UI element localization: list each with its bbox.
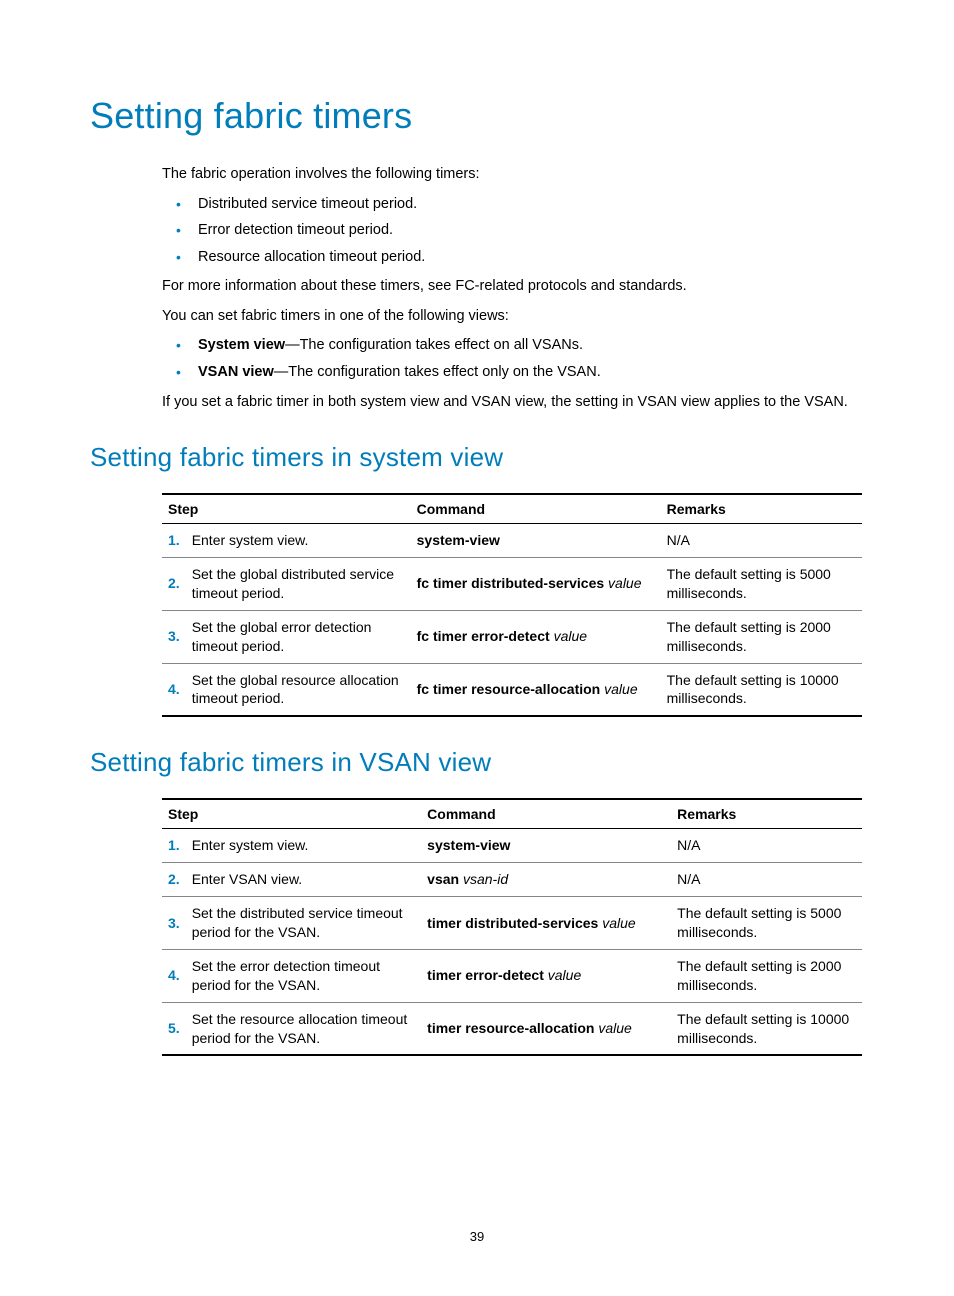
list-item: System view—The configuration takes effe… xyxy=(162,336,864,356)
col-header-remarks: Remarks xyxy=(661,494,862,524)
step-number: 5. xyxy=(162,1002,186,1055)
step-desc: Set the global error detection timeout p… xyxy=(186,610,411,663)
table-row: 1. Enter system view. system-view N/A xyxy=(162,524,862,558)
command-cell: fc timer distributed-services value xyxy=(411,557,661,610)
remarks-cell: The default setting is 5000 milliseconds… xyxy=(661,557,862,610)
table-row: 4. Set the error detection timeout perio… xyxy=(162,949,862,1002)
table-row: 1. Enter system view. system-view N/A xyxy=(162,829,862,863)
command-bold: fc timer distributed-services xyxy=(417,575,605,591)
col-header-step: Step xyxy=(162,799,421,829)
col-header-command: Command xyxy=(411,494,661,524)
command-cell: timer distributed-services value xyxy=(421,897,671,950)
table-header-row: Step Command Remarks xyxy=(162,494,862,524)
command-arg: value xyxy=(554,628,587,644)
section-heading-system-view: Setting fabric timers in system view xyxy=(90,442,864,473)
view-desc: —The configuration takes effect only on … xyxy=(274,364,601,380)
remarks-cell: N/A xyxy=(671,829,862,863)
step-desc: Set the global resource allocation timeo… xyxy=(186,663,411,716)
command-arg: value xyxy=(548,967,581,983)
list-item: VSAN view—The configuration takes effect… xyxy=(162,363,864,383)
command-cell: timer error-detect value xyxy=(421,949,671,1002)
table-row: 2. Set the global distributed service ti… xyxy=(162,557,862,610)
list-item: Distributed service timeout period. xyxy=(162,195,864,215)
command-cell: vsan vsan-id xyxy=(421,863,671,897)
intro-block: The fabric operation involves the follow… xyxy=(162,165,864,412)
command-cell: fc timer resource-allocation value xyxy=(411,663,661,716)
system-view-table: Step Command Remarks 1. Enter system vie… xyxy=(162,493,862,717)
step-desc: Enter VSAN view. xyxy=(186,863,421,897)
document-page: Setting fabric timers The fabric operati… xyxy=(0,0,954,1296)
table-header-row: Step Command Remarks xyxy=(162,799,862,829)
remarks-cell: The default setting is 2000 milliseconds… xyxy=(661,610,862,663)
remarks-cell: The default setting is 2000 milliseconds… xyxy=(671,949,862,1002)
table-row: 4. Set the global resource allocation ti… xyxy=(162,663,862,716)
step-desc: Set the distributed service timeout peri… xyxy=(186,897,421,950)
col-header-step: Step xyxy=(162,494,411,524)
command-arg: vsan-id xyxy=(463,871,508,887)
command-cell: fc timer error-detect value xyxy=(411,610,661,663)
remarks-cell: The default setting is 5000 milliseconds… xyxy=(671,897,862,950)
list-item: Error detection timeout period. xyxy=(162,221,864,241)
views-list: System view—The configuration takes effe… xyxy=(162,336,864,382)
view-name: System view xyxy=(198,337,285,353)
view-name: VSAN view xyxy=(198,364,274,380)
remarks-cell: The default setting is 10000 millisecond… xyxy=(661,663,862,716)
command-arg: value xyxy=(602,915,635,931)
list-item: Resource allocation timeout period. xyxy=(162,248,864,268)
step-number: 2. xyxy=(162,863,186,897)
command-bold: system-view xyxy=(427,837,510,853)
step-desc: Enter system view. xyxy=(186,524,411,558)
remarks-cell: The default setting is 10000 millisecond… xyxy=(671,1002,862,1055)
command-cell: system-view xyxy=(421,829,671,863)
both-views-note: If you set a fabric timer in both system… xyxy=(162,393,864,413)
remarks-cell: N/A xyxy=(661,524,862,558)
table-row: 2. Enter VSAN view. vsan vsan-id N/A xyxy=(162,863,862,897)
command-arg: value xyxy=(598,1020,631,1036)
step-desc: Set the resource allocation timeout peri… xyxy=(186,1002,421,1055)
timer-list: Distributed service timeout period. Erro… xyxy=(162,195,864,268)
step-number: 1. xyxy=(162,829,186,863)
step-desc: Set the global distributed service timeo… xyxy=(186,557,411,610)
step-number: 2. xyxy=(162,557,186,610)
view-desc: —The configuration takes effect on all V… xyxy=(285,337,583,353)
command-bold: timer error-detect xyxy=(427,967,544,983)
remarks-cell: N/A xyxy=(671,863,862,897)
section-heading-vsan-view: Setting fabric timers in VSAN view xyxy=(90,747,864,778)
page-title: Setting fabric timers xyxy=(90,95,864,137)
command-bold: fc timer resource-allocation xyxy=(417,681,601,697)
table-row: 5. Set the resource allocation timeout p… xyxy=(162,1002,862,1055)
table-row: 3. Set the distributed service timeout p… xyxy=(162,897,862,950)
step-number: 1. xyxy=(162,524,186,558)
col-header-command: Command xyxy=(421,799,671,829)
table-row: 3. Set the global error detection timeou… xyxy=(162,610,862,663)
command-arg: value xyxy=(604,681,637,697)
command-bold: vsan xyxy=(427,871,459,887)
step-number: 4. xyxy=(162,949,186,1002)
command-arg: value xyxy=(608,575,641,591)
step-number: 3. xyxy=(162,897,186,950)
command-cell: system-view xyxy=(411,524,661,558)
step-number: 4. xyxy=(162,663,186,716)
intro-lead: The fabric operation involves the follow… xyxy=(162,165,864,185)
views-lead: You can set fabric timers in one of the … xyxy=(162,307,864,327)
step-desc: Set the error detection timeout period f… xyxy=(186,949,421,1002)
command-bold: timer resource-allocation xyxy=(427,1020,594,1036)
step-number: 3. xyxy=(162,610,186,663)
command-bold: timer distributed-services xyxy=(427,915,598,931)
step-desc: Enter system view. xyxy=(186,829,421,863)
more-info-text: For more information about these timers,… xyxy=(162,277,864,297)
command-cell: timer resource-allocation value xyxy=(421,1002,671,1055)
col-header-remarks: Remarks xyxy=(671,799,862,829)
page-number: 39 xyxy=(0,1229,954,1244)
vsan-view-table: Step Command Remarks 1. Enter system vie… xyxy=(162,798,862,1056)
command-bold: system-view xyxy=(417,532,500,548)
command-bold: fc timer error-detect xyxy=(417,628,550,644)
